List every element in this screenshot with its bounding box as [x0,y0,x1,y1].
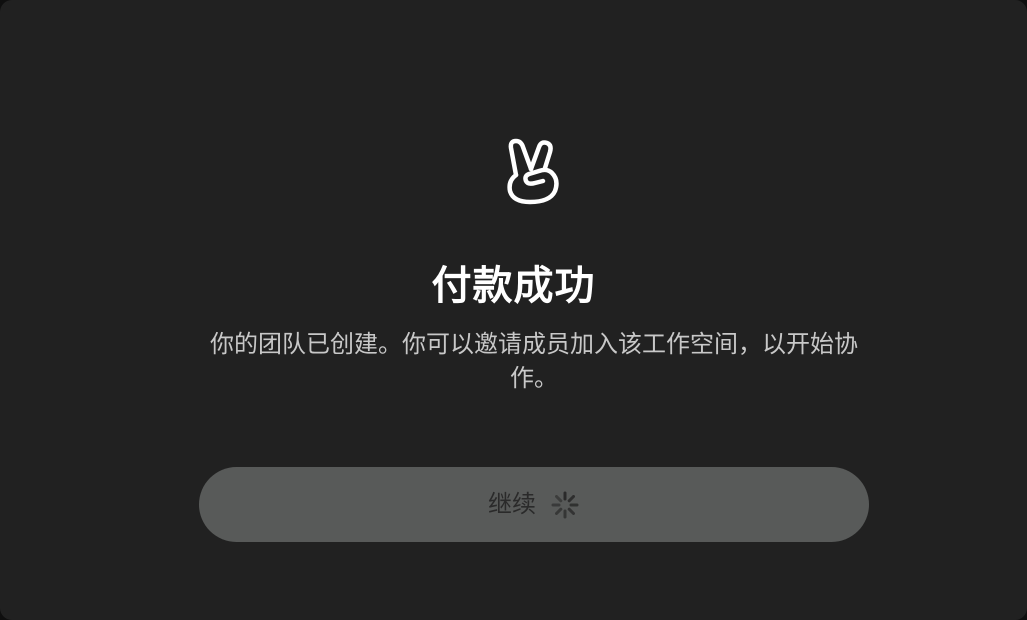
success-message: 你的团队已创建。你可以邀请成员加入该工作空间，以开始协作。 [210,330,858,392]
continue-button-label: 继续 [488,490,536,518]
victory-hand-icon [507,138,559,205]
payment-success-dialog: 付款成功 你的团队已创建。你可以邀请成员加入该工作空间，以开始协作。 继续 [0,0,1027,620]
loading-spinner-icon [551,491,579,518]
continue-button[interactable]: 继续 [199,467,869,542]
success-title: 付款成功 [431,263,596,309]
